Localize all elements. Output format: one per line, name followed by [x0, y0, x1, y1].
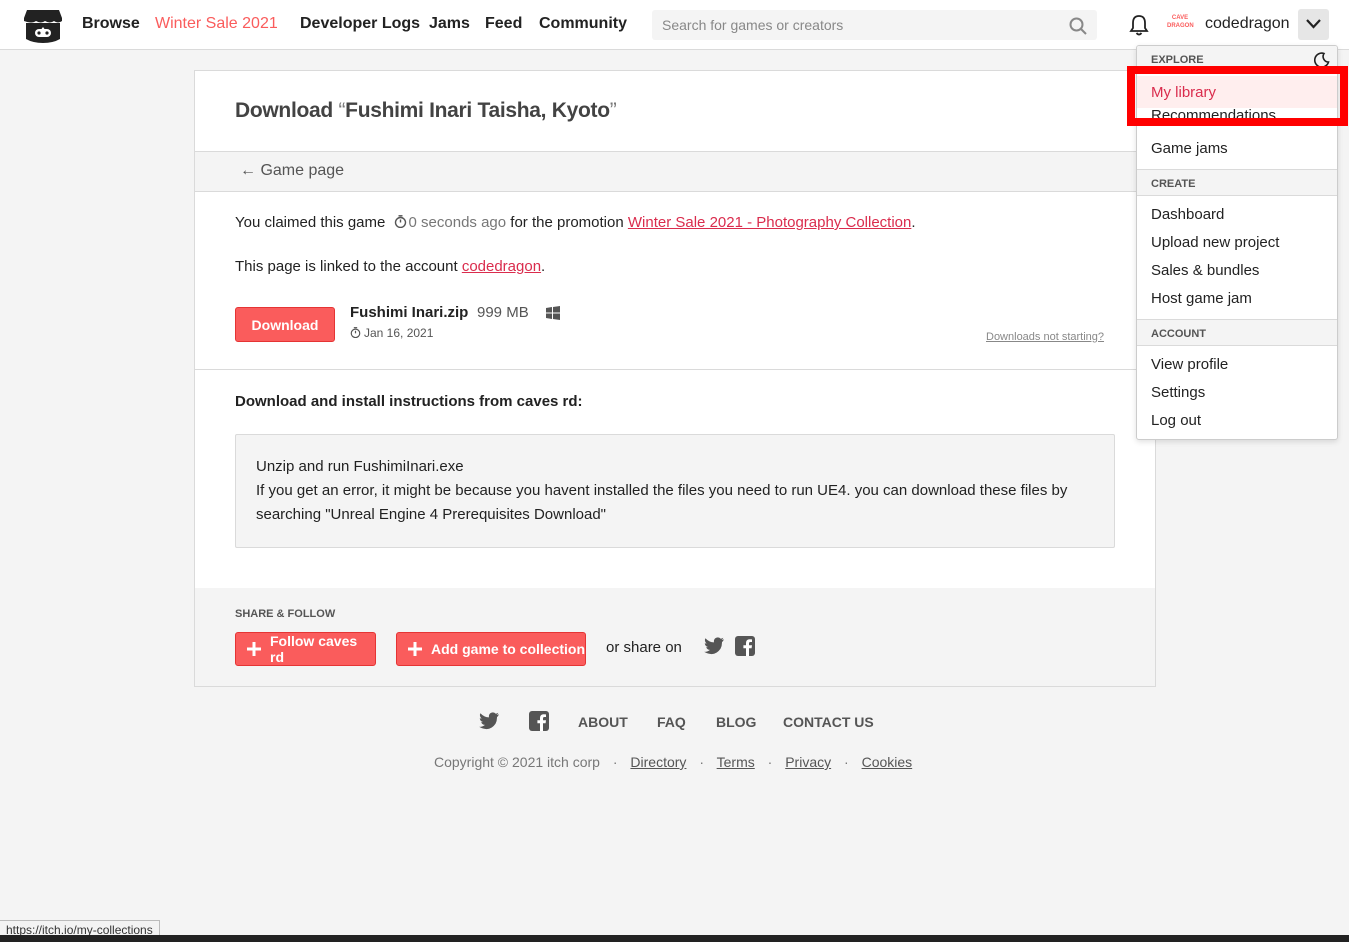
- nav-community[interactable]: Community: [539, 15, 627, 33]
- footer-cookies-link[interactable]: Cookies: [862, 754, 913, 770]
- plus-icon: [247, 642, 261, 656]
- menu-item-view-profile[interactable]: View profile: [1151, 356, 1228, 373]
- twitter-icon[interactable]: [704, 637, 724, 655]
- menu-item-sales-bundles[interactable]: Sales & bundles: [1151, 262, 1259, 279]
- download-card: Download “Fushimi Inari Taisha, Kyoto” ←…: [194, 70, 1156, 687]
- nav-feed[interactable]: Feed: [485, 15, 522, 33]
- instructions-line: If you get an error, it might be because…: [256, 482, 1068, 523]
- menu-item-settings[interactable]: Settings: [1151, 384, 1205, 401]
- download-button[interactable]: Download: [235, 307, 335, 342]
- footer-directory-link[interactable]: Directory: [630, 754, 686, 770]
- file-size: 999 MB: [477, 304, 529, 321]
- linked-account-info: This page is linked to the account coded…: [235, 258, 546, 275]
- footer-twitter-icon[interactable]: [479, 711, 499, 731]
- notification-bell-icon[interactable]: [1129, 14, 1149, 36]
- windows-icon: [546, 306, 560, 320]
- site-header: Browse Winter Sale 2021 Developer Logs J…: [0, 0, 1349, 50]
- stopwatch-icon: [350, 327, 361, 338]
- footer-terms-link[interactable]: Terms: [717, 754, 755, 770]
- footer-privacy-link[interactable]: Privacy: [785, 754, 831, 770]
- game-page-link[interactable]: ← Game page: [240, 162, 344, 180]
- menu-section-account: ACCOUNT: [1137, 319, 1337, 346]
- facebook-icon[interactable]: [735, 636, 755, 656]
- taskbar-strip: [0, 935, 1349, 942]
- follow-button[interactable]: Follow caves rd: [235, 632, 376, 666]
- promotion-link[interactable]: Winter Sale 2021 - Photography Collectio…: [628, 214, 912, 231]
- menu-item-game-jams[interactable]: Game jams: [1151, 140, 1228, 157]
- file-date: Jan 16, 2021: [350, 326, 433, 340]
- menu-item-upload-project[interactable]: Upload new project: [1151, 234, 1279, 251]
- share-label: SHARE & FOLLOW: [235, 608, 336, 620]
- share-follow-section: SHARE & FOLLOW Follow caves rd Add game …: [195, 588, 1155, 686]
- footer-blog-link[interactable]: BLOG: [716, 714, 756, 730]
- claimed-time: 0 seconds ago: [408, 214, 507, 231]
- add-to-collection-button[interactable]: Add game to collection: [396, 632, 586, 666]
- game-title: Fushimi Inari Taisha, Kyoto: [345, 99, 610, 122]
- claim-info: You claimed this game 0 seconds ago for …: [235, 214, 916, 231]
- footer-faq-link[interactable]: FAQ: [657, 714, 686, 730]
- user-menu-toggle[interactable]: [1298, 9, 1329, 40]
- page-title: Download “Fushimi Inari Taisha, Kyoto”: [235, 99, 617, 122]
- back-bar: ← Game page: [195, 151, 1155, 192]
- footer-facebook-icon[interactable]: [529, 711, 549, 731]
- instructions-line: Unzip and run FushimiInari.exe: [256, 458, 464, 475]
- annotation-highlight-box: [1127, 66, 1348, 126]
- instructions-box: Unzip and run FushimiInari.exe If you ge…: [235, 434, 1115, 548]
- plus-icon: [408, 642, 422, 656]
- nav-developer-logs[interactable]: Developer Logs: [300, 15, 420, 33]
- downloads-not-starting-link[interactable]: Downloads not starting?: [986, 331, 1104, 343]
- footer-contact-link[interactable]: CONTACT US: [783, 714, 874, 730]
- stopwatch-icon: [394, 215, 406, 228]
- footer-about-link[interactable]: ABOUT: [578, 714, 628, 730]
- search-icon[interactable]: [1069, 17, 1087, 35]
- user-avatar[interactable]: CAVE DRAGON: [1167, 14, 1194, 34]
- divider: [195, 369, 1155, 370]
- file-name: Fushimi Inari.zip: [350, 304, 469, 321]
- menu-item-host-jam[interactable]: Host game jam: [1151, 290, 1252, 307]
- instructions-title: Download and install instructions from c…: [235, 393, 583, 410]
- itch-logo-icon[interactable]: [23, 7, 63, 43]
- menu-section-create: CREATE: [1137, 169, 1337, 196]
- account-link[interactable]: codedragon: [462, 258, 541, 275]
- nav-winter-sale[interactable]: Winter Sale 2021: [155, 15, 278, 33]
- menu-item-log-out[interactable]: Log out: [1151, 412, 1201, 429]
- copyright-line: Copyright © 2021 itch corp · Directory ·…: [434, 754, 913, 770]
- share-on-label: or share on: [606, 639, 682, 656]
- chevron-down-icon: [1306, 19, 1321, 29]
- search-box: [652, 10, 1097, 40]
- username[interactable]: codedragon: [1205, 15, 1290, 33]
- menu-item-dashboard[interactable]: Dashboard: [1151, 206, 1224, 223]
- nav-browse[interactable]: Browse: [82, 15, 140, 33]
- nav-jams[interactable]: Jams: [429, 15, 470, 33]
- search-input[interactable]: [652, 10, 1097, 40]
